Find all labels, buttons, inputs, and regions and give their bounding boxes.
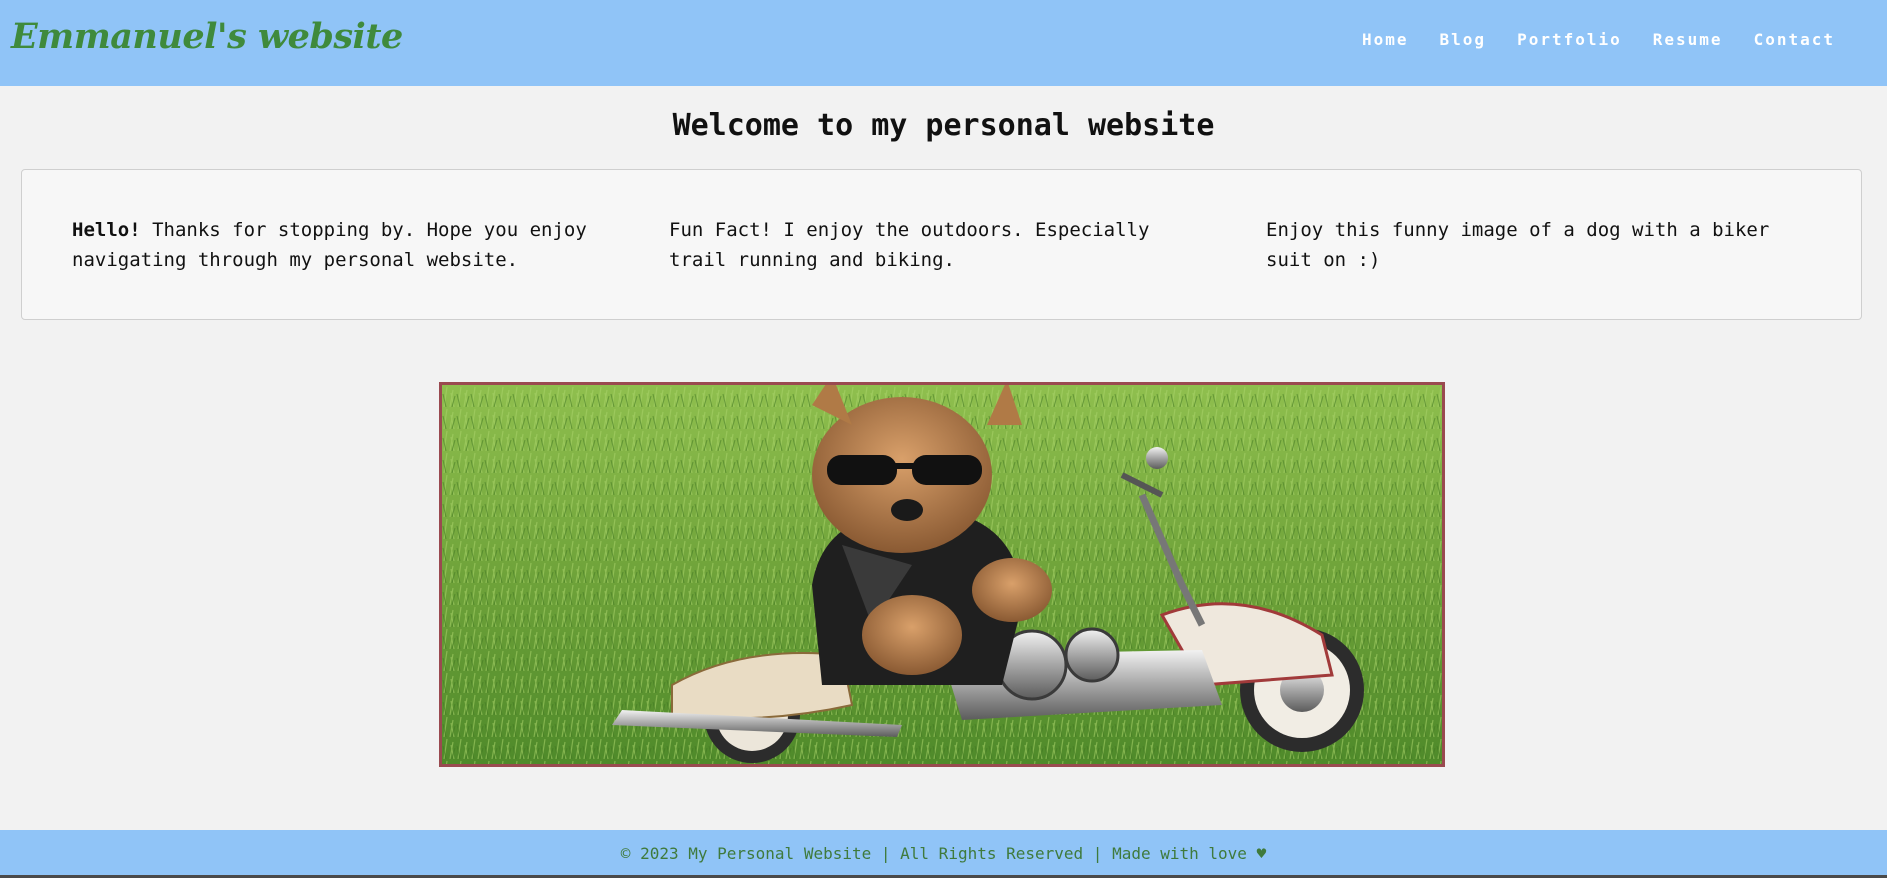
intro-column-hello: Hello! Thanks for stopping by. Hope you … [72, 215, 592, 275]
intro-box: Hello! Thanks for stopping by. Hope you … [21, 169, 1862, 320]
intro-column-fun-fact: Fun Fact! I enjoy the outdoors. Especial… [669, 215, 1189, 275]
site-logo[interactable]: Emmanuel's website [11, 16, 403, 57]
intro-hello-bold: Hello! [72, 219, 141, 241]
nav-portfolio-link[interactable]: Portfolio [1517, 30, 1622, 49]
page-title: Welcome to my personal website [672, 108, 1215, 143]
intro-column-image-note: Enjoy this funny image of a dog with a b… [1266, 215, 1826, 275]
intro-fun-fact-text: Fun Fact! I enjoy the outdoors. Especial… [669, 219, 1150, 271]
nav-blog-link[interactable]: Blog [1440, 30, 1487, 49]
site-footer: © 2023 My Personal Website | All Rights … [0, 830, 1887, 878]
intro-hello-text: Thanks for stopping by. Hope you enjoy n… [72, 219, 587, 271]
nav-home-link[interactable]: Home [1362, 30, 1409, 49]
page: Emmanuel's website Home Blog Portfolio R… [0, 0, 1887, 878]
footer-text: © 2023 My Personal Website | All Rights … [620, 844, 1267, 863]
site-header: Emmanuel's website Home Blog Portfolio R… [0, 0, 1887, 86]
nav-contact-link[interactable]: Contact [1754, 30, 1835, 49]
dog-biker-image [439, 382, 1445, 767]
main-nav: Home Blog Portfolio Resume Contact [1362, 30, 1835, 49]
intro-image-note-text: Enjoy this funny image of a dog with a b… [1266, 219, 1770, 271]
nav-resume-link[interactable]: Resume [1653, 30, 1723, 49]
